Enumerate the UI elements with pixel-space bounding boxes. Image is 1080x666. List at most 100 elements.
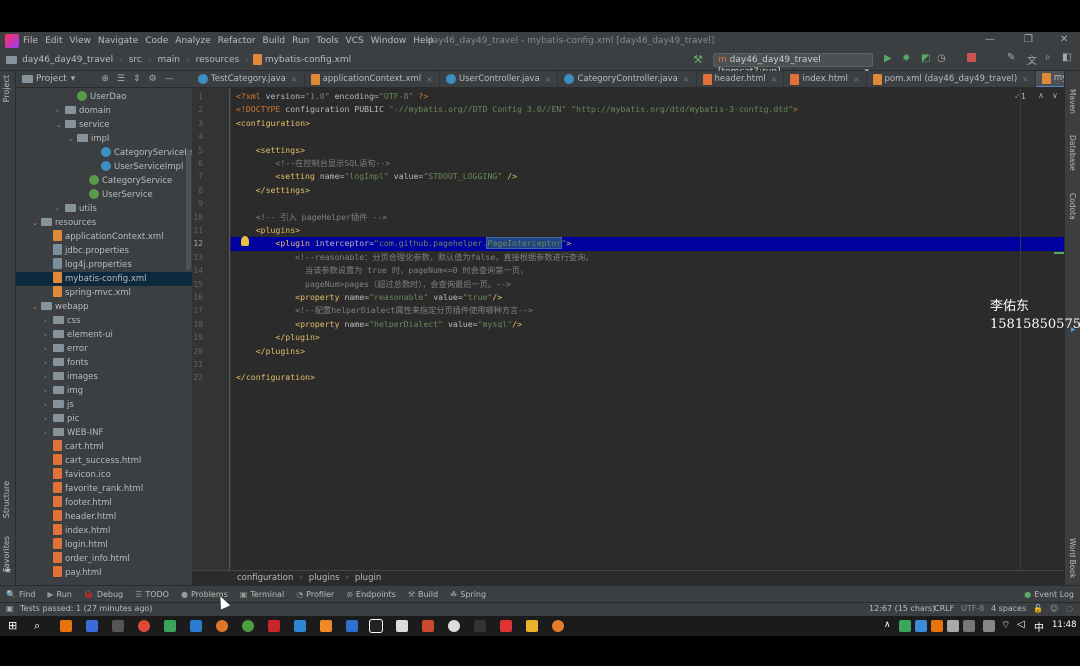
tool-window-endpoints[interactable]: ⊛ Endpoints (346, 590, 395, 599)
menu-build[interactable]: Build (263, 36, 286, 46)
intention-bulb-icon[interactable] (241, 236, 249, 246)
expand-chevron-icon[interactable]: ⌄ (32, 216, 41, 230)
tray-icon[interactable] (983, 620, 995, 632)
app-icon[interactable] (396, 620, 408, 632)
menu-edit[interactable]: Edit (45, 36, 62, 46)
editor-tab[interactable]: pom.xml (day46_day49_travel) × (867, 71, 1036, 87)
app-icon[interactable] (448, 620, 460, 632)
tree-item[interactable]: mybatis-config.xml (16, 272, 192, 286)
tree-item[interactable]: footer.html (16, 496, 112, 510)
tree-item[interactable]: › domain (16, 104, 111, 118)
word-book-tool-tab[interactable]: Word Book (1068, 538, 1077, 578)
tree-item[interactable]: ⌄ service (16, 118, 109, 132)
menu-vcs[interactable]: VCS (346, 36, 364, 46)
intellij-taskbar-icon[interactable] (369, 619, 383, 633)
coverage-icon[interactable]: ◩ (921, 53, 930, 64)
expand-chevron-icon[interactable]: ⌄ (32, 300, 41, 314)
status-message[interactable]: Tests passed: 1 (27 minutes ago) (20, 604, 152, 613)
editor-tab[interactable]: mybatis-config.xml× (1035, 71, 1064, 87)
tree-item[interactable]: CategoryService (16, 174, 172, 188)
tool-window-spring[interactable]: ☘ Spring (450, 590, 486, 599)
run-configuration-select[interactable]: m day46_day49_travel [tomcat7:run]▾ (713, 53, 873, 77)
inspector-icon[interactable]: ☺ (1050, 604, 1058, 613)
menu-code[interactable]: Code (145, 36, 168, 46)
expand-chevron-icon[interactable]: › (56, 202, 65, 216)
ime-icon[interactable]: 中 (1034, 619, 1044, 634)
app-icon[interactable] (294, 620, 306, 632)
tree-item[interactable]: spring-mvc.xml (16, 286, 131, 300)
stop-icon[interactable] (967, 53, 976, 62)
tree-item[interactable]: log4j.properties (16, 258, 132, 272)
error-stripe-marker[interactable] (1054, 252, 1064, 254)
editor-tab[interactable]: TestCategory.java × (192, 71, 305, 87)
tool-window-todo[interactable]: ☰ TODO (135, 590, 169, 599)
tool-window-find[interactable]: 🔍 Find (6, 590, 35, 599)
code-editor[interactable]: 1 2 3 4 5 6 7 8 9 10 11 12 13 14 15 16 17 18 19 20 21 22 <?xm… (192, 88, 1064, 570)
project-tool-tab[interactable]: Project (2, 75, 11, 102)
previous-highlight-icon[interactable]: ∧ (1038, 91, 1044, 100)
structure-tool-tab[interactable]: Structure (2, 481, 11, 518)
menu-navigate[interactable]: Navigate (98, 36, 138, 46)
tree-item[interactable]: UserDao (16, 90, 126, 104)
tree-item[interactable]: cart_success.html (16, 454, 141, 468)
tree-item[interactable]: jdbc.properties (16, 244, 129, 258)
run-icon[interactable]: ▶ (884, 53, 892, 64)
project-view-select[interactable]: Project (36, 74, 67, 84)
debug-icon[interactable]: ✹ (902, 53, 910, 64)
breadcrumb-plugins[interactable]: plugins (309, 573, 340, 583)
tree-item[interactable]: › images (16, 370, 98, 384)
menu-run[interactable]: Run (292, 36, 309, 46)
chrome-icon[interactable] (138, 620, 150, 632)
breadcrumb-configuration[interactable]: configuration (237, 573, 293, 583)
tree-item[interactable]: › js (16, 398, 74, 412)
tool-window-debug[interactable]: 🐞 Debug (84, 590, 123, 599)
close-tab-icon[interactable]: × (426, 71, 433, 87)
tree-item[interactable]: applicationContext.xml (16, 230, 164, 244)
tree-item[interactable]: cart.html (16, 440, 104, 454)
close-tab-icon[interactable]: × (545, 71, 552, 87)
tool-window-build[interactable]: ⚒ Build (408, 590, 438, 599)
folder-icon[interactable] (526, 620, 538, 632)
editor-tab[interactable]: header.html × (697, 71, 785, 87)
app-icon[interactable] (60, 620, 72, 632)
windows-start-icon[interactable]: ⊞ (8, 619, 17, 632)
menu-analyze[interactable]: Analyze (175, 36, 210, 46)
app-icon[interactable] (346, 620, 358, 632)
tree-item[interactable]: › utils (16, 202, 97, 216)
search-icon[interactable]: ⌕ (1045, 52, 1051, 63)
expand-chevron-icon[interactable]: › (56, 104, 65, 118)
tree-item[interactable]: order_info.html (16, 552, 130, 566)
volume-icon[interactable]: ◁ (1017, 619, 1025, 630)
tray-icon[interactable] (963, 620, 975, 632)
tree-item[interactable]: › fonts (16, 356, 88, 370)
nav-crumb-resources[interactable]: resources (196, 55, 240, 65)
tool-window-terminal[interactable]: ▣ Terminal (240, 590, 284, 599)
gear-icon[interactable]: ⚙ (149, 74, 157, 84)
line-separator[interactable]: CRLF (934, 604, 954, 613)
tray-icon[interactable] (947, 620, 959, 632)
chevron-down-icon[interactable]: ▾ (71, 74, 76, 84)
tree-item[interactable]: pay.html (16, 566, 102, 580)
close-tab-icon[interactable]: × (291, 71, 298, 87)
tree-item[interactable]: › WEB-INF (16, 426, 103, 440)
editor-tab[interactable]: applicationContext.xml × (305, 71, 440, 87)
tree-item[interactable]: favicon.ico (16, 468, 111, 482)
nav-crumb-project[interactable]: day46_day49_travel (22, 55, 113, 65)
next-highlight-icon[interactable]: ∨ (1052, 91, 1058, 100)
tree-item[interactable]: › element-ui (16, 328, 113, 342)
close-tab-icon[interactable]: × (771, 71, 778, 87)
expand-chevron-icon[interactable]: › (44, 314, 53, 328)
tray-icon[interactable] (915, 620, 927, 632)
lock-icon[interactable]: 🔓 (1033, 604, 1043, 613)
close-tab-icon[interactable]: × (683, 71, 690, 87)
firefox-icon[interactable] (216, 620, 228, 632)
tree-item[interactable]: › css (16, 314, 81, 328)
tree-item[interactable]: › error (16, 342, 88, 356)
expand-chevron-icon[interactable]: › (44, 328, 53, 342)
expand-chevron-icon[interactable]: › (44, 342, 53, 356)
close-button[interactable]: ✕ (1060, 34, 1068, 45)
tree-item[interactable]: index.html (16, 524, 110, 538)
tool-window-run[interactable]: ▶ Run (47, 590, 72, 599)
tray-icon[interactable] (931, 620, 943, 632)
wrench-icon[interactable]: ✎ (1007, 52, 1015, 63)
